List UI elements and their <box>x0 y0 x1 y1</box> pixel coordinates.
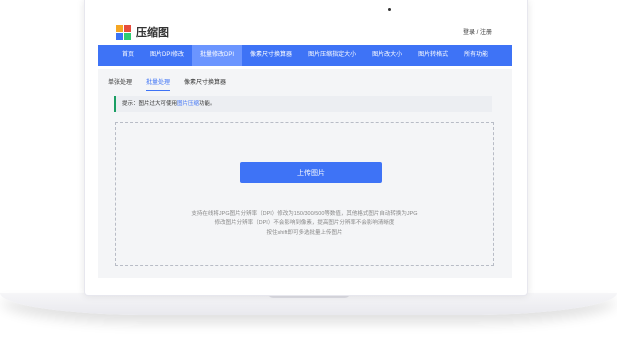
nav-item-compress-size[interactable]: 图片压缩指定大小 <box>300 45 364 66</box>
nav-item-resize[interactable]: 图片改大小 <box>364 45 410 66</box>
nav-item-pixel-converter[interactable]: 像素尺寸换算器 <box>242 45 300 66</box>
laptop-base <box>0 293 617 315</box>
nav-item-all-features[interactable]: 所有功能 <box>456 45 496 66</box>
nav-item-convert-format[interactable]: 图片转格式 <box>410 45 456 66</box>
nav-item-home[interactable]: 首页 <box>114 45 142 66</box>
nav-item-dpi-edit[interactable]: 图片DPI修改 <box>142 45 192 66</box>
upload-dropzone[interactable]: 上传图片 支持在线将JPG图片分辨率（DPI）修改为150/300/500等数值… <box>115 122 494 266</box>
tip-prefix: 提示：图片过大可使用 <box>122 101 178 107</box>
tab-batch[interactable]: 批量处理 <box>146 77 171 91</box>
tip-compress-link[interactable]: 图片压缩 <box>177 101 199 107</box>
upload-desc-line-2: 修改图片分辨率（DPI）不会影响到像素，提高图片分辨率不会影响清晰度 <box>214 220 395 226</box>
tip-suffix: 功能。 <box>199 101 216 107</box>
upload-desc-line-3: 按住shift即可多选批量上传图片 <box>266 230 343 236</box>
sub-tabs: 单张处理 批量处理 像素尺寸换算器 <box>108 77 240 91</box>
logo[interactable]: 压缩图 <box>116 23 169 41</box>
tab-single[interactable]: 单张处理 <box>108 77 132 91</box>
logo-text: 压缩图 <box>136 27 169 39</box>
logo-icon <box>116 24 131 40</box>
tip-banner: 提示：图片过大可使用图片压缩功能。 <box>114 96 492 112</box>
camera-dot <box>388 8 391 11</box>
upload-button[interactable]: 上传图片 <box>240 162 382 183</box>
tab-pixel-converter[interactable]: 像素尺寸换算器 <box>184 77 226 91</box>
upload-desc-line-1: 支持在线将JPG图片分辨率（DPI）修改为150/300/500等数值，其他格式… <box>191 211 418 217</box>
site-header: 压缩图 登录 / 注册 <box>98 20 512 44</box>
nav-item-batch-dpi[interactable]: 批量修改DPI <box>192 45 243 66</box>
main-panel: 单张处理 批量处理 像素尺寸换算器 提示：图片过大可使用图片压缩功能。 上传图片… <box>98 69 512 278</box>
main-nav: 首页 图片DPI修改 批量修改DPI 像素尺寸换算器 图片压缩指定大小 图片改大… <box>98 45 512 66</box>
login-register-link[interactable]: 登录 / 注册 <box>463 27 492 36</box>
